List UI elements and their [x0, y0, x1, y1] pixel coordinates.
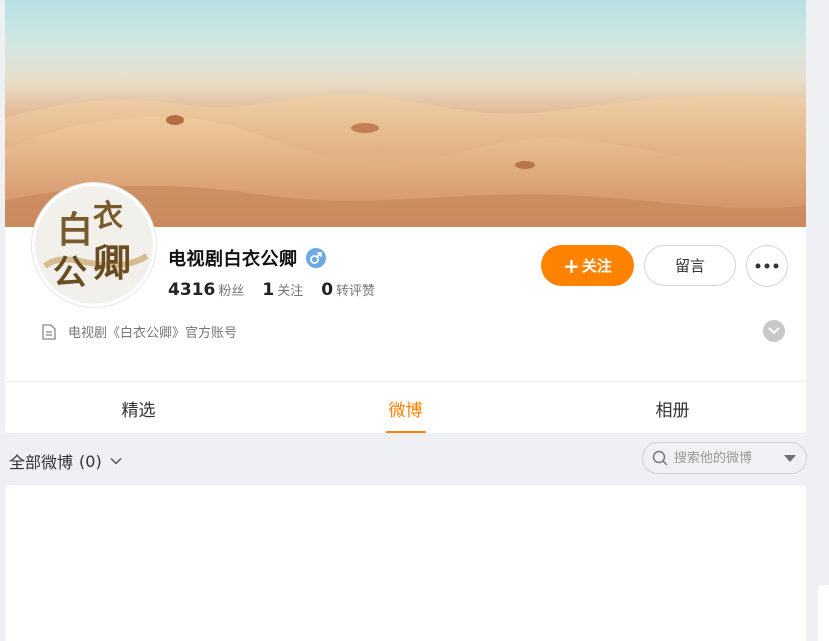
male-icon [305, 248, 326, 268]
tab-label: 微博 [388, 400, 423, 421]
weibo-feed [5, 485, 806, 641]
tab-label: 精选 [121, 400, 156, 421]
profile-name-row: 电视剧白衣公卿 [168, 245, 326, 271]
svg-text:卿: 卿 [93, 240, 131, 285]
profile-tabs: 精选 微博 相册 [5, 381, 806, 433]
stat-value: 4316 [168, 280, 216, 300]
side-panel-edge [818, 585, 829, 641]
description-text: 电视剧《白衣公卿》官方账号 [68, 326, 238, 341]
document-icon [42, 323, 56, 340]
expand-button[interactable] [763, 320, 785, 342]
filter-count: (0) [79, 451, 102, 471]
stat-following[interactable]: 1 关注 [262, 280, 303, 300]
tab-featured[interactable]: 精选 [5, 382, 272, 433]
plus-icon: + [563, 253, 580, 278]
stat-interactions[interactable]: 0 转评赞 [321, 280, 375, 300]
weibo-filter-dropdown[interactable]: 全部微博 (0) [9, 449, 122, 473]
svg-text:衣: 衣 [93, 199, 123, 234]
filter-label: 全部微博 [9, 453, 74, 472]
stat-value: 1 [262, 280, 275, 300]
profile-card: 白 衣 公 卿 电视剧白衣公卿 4316 粉丝 1 关注 0 转评赞 + 关注 … [5, 0, 806, 433]
tab-label: 相册 [655, 400, 690, 421]
stat-label: 转评赞 [336, 284, 376, 299]
more-button[interactable] [746, 245, 788, 287]
profile-name: 电视剧白衣公卿 [168, 249, 298, 270]
chevron-down-icon [768, 327, 780, 335]
caret-down-icon[interactable] [784, 455, 796, 462]
stat-label: 粉丝 [218, 284, 245, 299]
search-input[interactable] [674, 450, 774, 466]
svg-text:白: 白 [57, 209, 93, 251]
profile-description: 电视剧《白衣公卿》官方账号 [42, 322, 237, 341]
weibo-search-box[interactable] [642, 442, 807, 474]
follow-label: 关注 [581, 257, 612, 275]
stat-label: 关注 [277, 284, 304, 299]
tab-album[interactable]: 相册 [539, 382, 806, 433]
more-icon [755, 263, 779, 269]
message-button[interactable]: 留言 [644, 245, 736, 286]
chevron-down-icon [110, 457, 122, 465]
follow-button[interactable]: + 关注 [541, 245, 634, 286]
active-tab-indicator [385, 431, 426, 433]
search-icon [652, 450, 668, 466]
avatar-logo-icon: 白 衣 公 卿 [35, 186, 153, 304]
svg-text:公: 公 [53, 253, 87, 293]
profile-stats: 4316 粉丝 1 关注 0 转评赞 [168, 280, 393, 300]
message-label: 留言 [674, 257, 705, 275]
stat-followers[interactable]: 4316 粉丝 [168, 280, 244, 300]
tab-weibo[interactable]: 微博 [272, 382, 539, 433]
stat-value: 0 [321, 280, 334, 300]
avatar[interactable]: 白 衣 公 卿 [32, 183, 156, 307]
